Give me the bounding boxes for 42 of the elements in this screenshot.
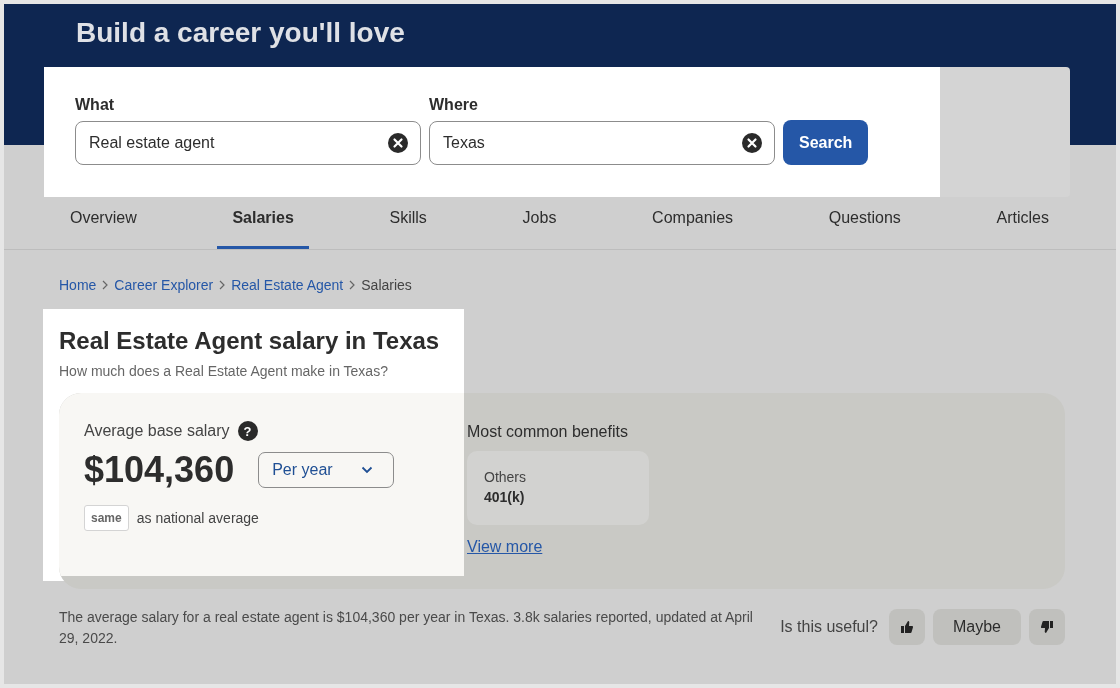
chevron-icon <box>102 280 109 290</box>
breadcrumb-link[interactable]: Real Estate Agent <box>231 277 344 293</box>
help-icon[interactable]: ? <box>237 421 258 441</box>
benefits-heading: Most common benefits <box>467 423 628 441</box>
nav-tab[interactable]: Skills <box>374 197 442 249</box>
field-label: What <box>75 96 116 114</box>
salary-label: Average base salary <box>84 422 230 440</box>
chevron-icon <box>349 280 356 290</box>
breadcrumb-current: Salaries <box>361 277 412 293</box>
nav-tab[interactable]: Articles <box>981 197 1064 249</box>
thumbs-down-button[interactable] <box>1029 609 1065 645</box>
salary-heading: Real Estate Agent salary in Texas <box>58 326 441 355</box>
salary-amount: $104,360 <box>84 449 235 491</box>
nav-tab[interactable]: Salaries <box>217 197 309 249</box>
caret-icon <box>361 466 374 474</box>
chevron-icon <box>219 280 226 290</box>
thumbs-up-icon <box>900 621 913 633</box>
search-button[interactable]: Search <box>783 120 869 165</box>
clear-icon[interactable] <box>742 133 762 153</box>
breadcrumb-link[interactable]: Career Explorer <box>114 277 214 293</box>
field-label: Where <box>429 96 479 114</box>
thumbs-up-button[interactable] <box>888 609 925 645</box>
salary-subtitle: How much does a Real Estate Agent make in Texas? <box>58 362 389 379</box>
summary-text: The average salary for a real estate agent is $104,360 per year in Texas. 3.8k salaries reported, updated at April 29, 2022. <box>59 608 754 648</box>
comparison-badge: same <box>84 505 129 531</box>
page-title: Build a career you'll love <box>76 16 406 49</box>
nav-tab[interactable]: Jobs <box>507 197 572 249</box>
nav-tab[interactable]: Companies <box>637 197 749 249</box>
feedback-question: Is this useful? <box>780 618 878 636</box>
nav-tab[interactable]: Overview <box>55 197 152 249</box>
maybe-button[interactable]: Maybe <box>932 609 1021 645</box>
comparison-text: as national average <box>136 510 259 526</box>
clear-icon[interactable] <box>388 133 408 153</box>
breadcrumb-link[interactable]: Home <box>59 277 97 293</box>
thumbs-down-icon <box>1041 621 1053 633</box>
search-field[interactable]: Texas <box>429 121 775 165</box>
benefit-category: Others <box>484 469 527 485</box>
search-field[interactable]: Real estate agent <box>75 121 421 165</box>
benefit-name: 401(k) <box>484 489 526 505</box>
period-dropdown[interactable]: Per year <box>258 452 395 488</box>
nav-tab[interactable]: Questions <box>813 197 916 249</box>
view-more-link[interactable]: View more <box>467 538 543 556</box>
